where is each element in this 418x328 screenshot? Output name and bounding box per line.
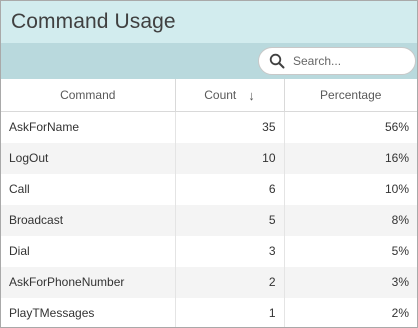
command-table: Command Count ↓ Percentage AskForName 35… (1, 79, 417, 327)
table-row[interactable]: AskForName 35 56% (1, 111, 417, 143)
cell-count: 10 (175, 142, 285, 174)
table-row[interactable]: PlayTMessages 1 2% (1, 297, 417, 327)
cell-percentage: 16% (284, 142, 417, 174)
cell-command: AskForPhoneNumber (1, 266, 176, 298)
column-header-command[interactable]: Command (1, 79, 176, 112)
page-title: Command Usage (11, 10, 176, 33)
column-header-count[interactable]: Count ↓ (175, 79, 285, 112)
table-row[interactable]: Call 6 10% (1, 173, 417, 205)
cell-command: AskForName (1, 111, 176, 143)
cell-count: 2 (175, 266, 285, 298)
table-row[interactable]: LogOut 10 16% (1, 142, 417, 174)
column-header-label: Count (204, 88, 237, 102)
cell-percentage: 10% (384, 182, 409, 196)
column-header-label: Command (60, 88, 116, 102)
cell-command: Dial (1, 235, 176, 267)
cell-command: LogOut (1, 142, 176, 174)
panel-header: Command Usage (1, 1, 417, 43)
column-header-percentage[interactable]: Percentage (284, 79, 417, 112)
cell-count: 35 (175, 111, 285, 143)
cell-percentage: 5% (391, 244, 409, 258)
cell-command: Broadcast (1, 204, 176, 236)
cell-percentage: 56% (384, 120, 409, 135)
cell-count: 5 (175, 204, 285, 236)
table-header-row: Command Count ↓ Percentage (1, 79, 417, 112)
table-row[interactable]: Broadcast 5 8% (1, 204, 417, 236)
command-usage-panel: Command Usage Command Count (0, 0, 418, 328)
arrow-down-icon[interactable]: ↓ (248, 88, 255, 103)
cell-count: 3 (175, 235, 285, 267)
search-icon[interactable] (267, 51, 287, 71)
cell-command: Call (1, 173, 176, 205)
cell-percentage: 2% (391, 306, 409, 320)
cell-count: 6 (175, 173, 285, 205)
cell-percentage: 8% (284, 204, 417, 236)
table-row[interactable]: AskForPhoneNumber 2 3% (1, 266, 417, 298)
cell-percentage: 3% (284, 266, 417, 298)
toolbar (1, 43, 417, 79)
search-input[interactable] (293, 54, 403, 68)
cell-command: PlayTMessages (1, 297, 176, 327)
table-row[interactable]: Dial 3 5% (1, 235, 417, 267)
cell-count: 1 (175, 297, 285, 327)
search-box[interactable] (258, 47, 416, 75)
column-header-label: Percentage (320, 88, 382, 102)
